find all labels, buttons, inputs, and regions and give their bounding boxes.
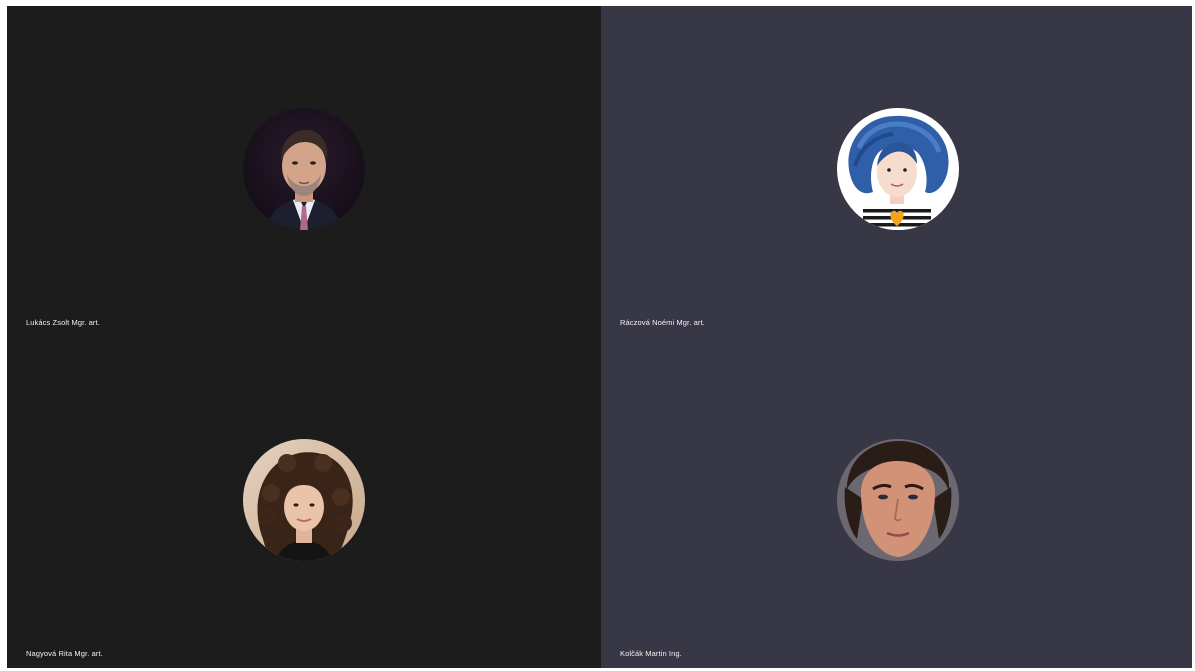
participant-tile-lukacs[interactable]: Lukács Zsolt Mgr. art. [7,6,601,337]
man-face-photo-avatar [837,439,959,561]
video-call-grid: Lukács Zsolt Mgr. art. Ráczová Noémi Mgr… [7,6,1192,668]
man-suit-photo-avatar [243,108,365,230]
blue-hair-illustration-avatar [837,108,959,230]
participant-name: Nagyová Rita Mgr. art. [26,649,103,658]
participant-name: Kolčák Martin Ing. [620,649,682,658]
participant-tile-raczova[interactable]: Ráczová Noémi Mgr. art. [601,6,1192,337]
curly-hair-woman-photo-avatar [243,439,365,561]
participant-name: Lukács Zsolt Mgr. art. [26,318,100,327]
participant-tile-kolcak[interactable]: Kolčák Martin Ing. [601,337,1192,668]
participant-name: Ráczová Noémi Mgr. art. [620,318,705,327]
participant-tile-nagyova[interactable]: Nagyová Rita Mgr. art. [7,337,601,668]
